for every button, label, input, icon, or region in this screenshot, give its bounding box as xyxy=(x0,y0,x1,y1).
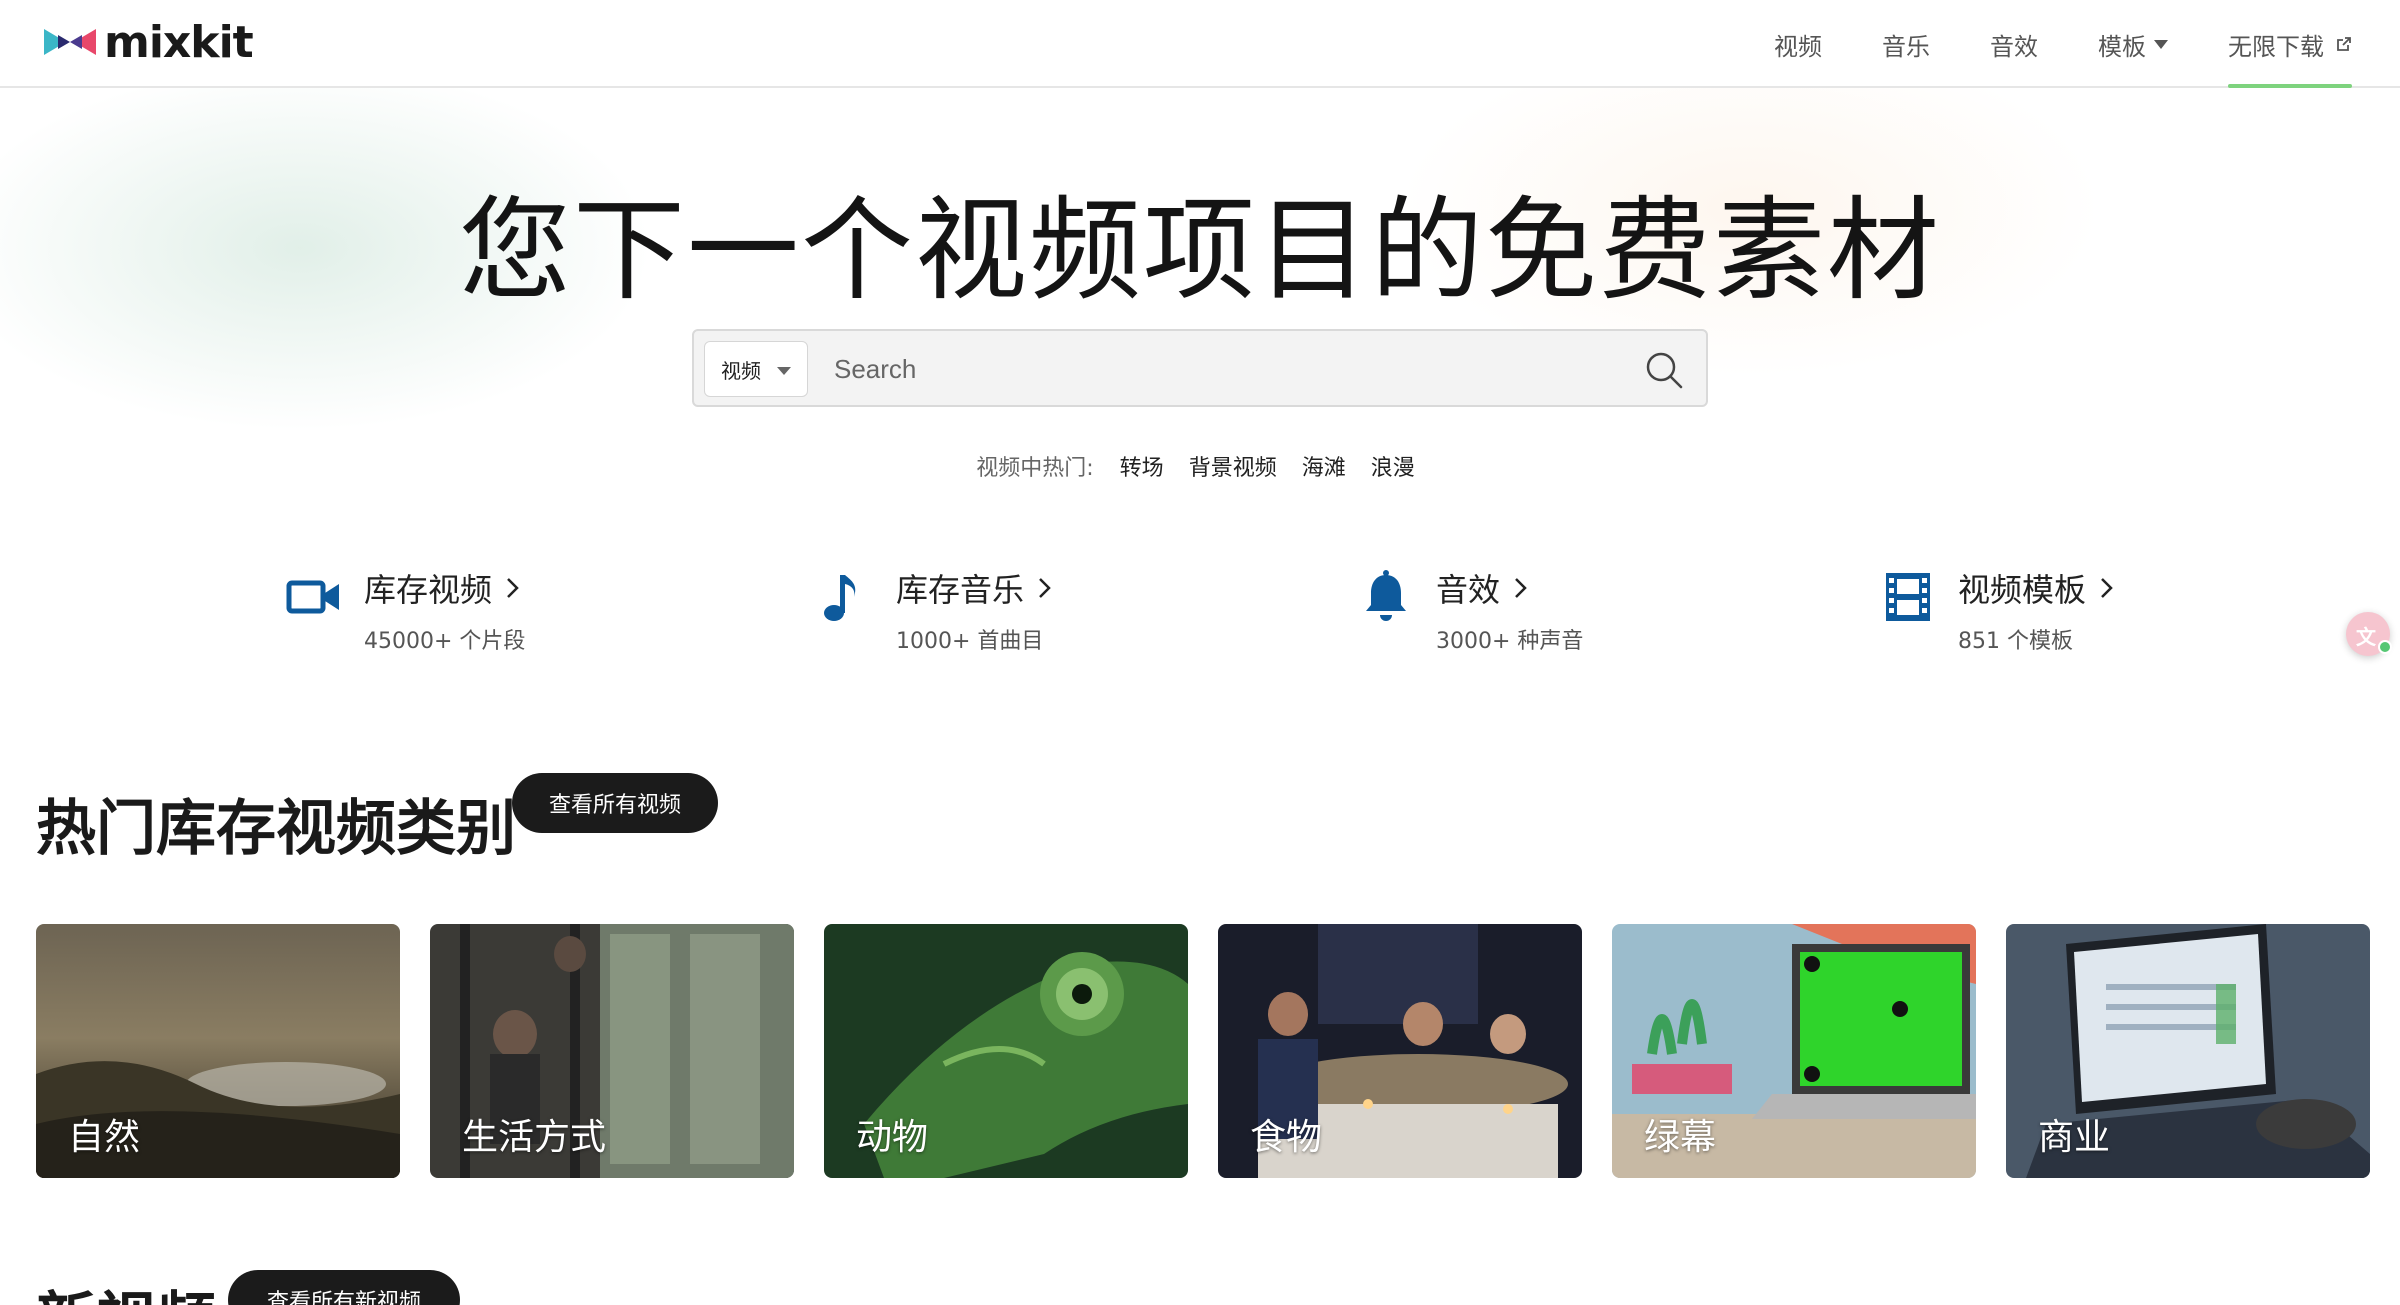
category-tile-green-screen[interactable]: 绿幕 xyxy=(1612,924,1976,1178)
category-sound-effects[interactable]: 音效 3000+ 种声音 xyxy=(1358,565,1583,655)
mixkit-logo[interactable]: mixkit xyxy=(44,16,254,68)
category-count: 45000+ 个片段 xyxy=(364,629,526,654)
tile-label: 生活方式 xyxy=(462,1117,607,1158)
trending-tag[interactable]: 海滩 xyxy=(1302,456,1346,481)
trending-tag[interactable]: 浪漫 xyxy=(1371,456,1415,481)
category-count: 3000+ 种声音 xyxy=(1436,629,1584,654)
new-videos-title: 新视频 xyxy=(36,1272,216,1305)
category-count: 851 个模板 xyxy=(1958,629,2073,654)
nav-item-videos[interactable]: 视频 xyxy=(1774,0,1822,88)
category-video-templates[interactable]: 视频模板 851 个模板 xyxy=(1880,565,2114,655)
nav-label: 无限下载 xyxy=(2228,32,2324,61)
view-all-videos-button[interactable]: 查看所有视频 xyxy=(512,773,718,833)
trending-tag[interactable]: 转场 xyxy=(1120,456,1164,481)
nav-item-templates[interactable]: 模板 xyxy=(2098,0,2168,88)
category-title: 视频模板 xyxy=(1958,571,2087,609)
translate-extension-button[interactable]: 文 xyxy=(2346,612,2392,656)
chevron-right-icon xyxy=(2101,578,2113,598)
trending-searches: 视频中热门: 转场 背景视频 海滩 浪漫 xyxy=(0,450,2400,482)
chevron-down-icon xyxy=(2154,39,2168,49)
status-dot xyxy=(2378,640,2392,654)
search-bar: 视频 xyxy=(692,329,1708,407)
hero-title: 您下一个视频项目的免费素材 xyxy=(459,186,1941,316)
bell-icon xyxy=(1366,570,1406,621)
tile-label: 绿幕 xyxy=(1644,1117,1717,1158)
tile-label: 食物 xyxy=(1250,1117,1323,1158)
tile-label: 自然 xyxy=(68,1117,141,1158)
nav-label: 模板 xyxy=(2098,32,2146,61)
chevron-right-icon xyxy=(507,578,519,598)
category-tile-animals[interactable]: 动物 xyxy=(824,924,1188,1178)
category-title: 库存视频 xyxy=(364,571,493,609)
category-title: 库存音乐 xyxy=(896,571,1025,609)
nav-item-unlimited-downloads[interactable]: 无限下载 xyxy=(2228,0,2352,88)
view-all-new-videos-button[interactable]: 查看所有新视频 xyxy=(228,1270,460,1305)
logo-text: mixkit xyxy=(104,16,254,68)
logo-mark-icon xyxy=(44,29,96,55)
trending-label: 视频中热门: xyxy=(976,456,1094,481)
category-count: 1000+ 首曲目 xyxy=(896,629,1044,654)
music-note-icon xyxy=(824,575,856,621)
chevron-right-icon xyxy=(1515,578,1527,598)
category-tile-lifestyle[interactable]: 生活方式 xyxy=(430,924,794,1178)
nav-label: 音乐 xyxy=(1882,32,1930,61)
film-strip-icon xyxy=(1886,573,1930,621)
nav-item-sound-effects[interactable]: 音效 xyxy=(1990,0,2038,88)
tile-label: 动物 xyxy=(856,1117,929,1158)
category-stock-video[interactable]: 库存视频 45000+ 个片段 xyxy=(286,565,525,655)
search-icon[interactable] xyxy=(1644,350,1684,390)
category-stock-music[interactable]: 库存音乐 1000+ 首曲目 xyxy=(818,565,1052,655)
nav-label: 音效 xyxy=(1990,32,2038,61)
category-tile-business[interactable]: 商业 xyxy=(2006,924,2370,1178)
nav-item-music[interactable]: 音乐 xyxy=(1882,0,1930,88)
category-tile-nature[interactable]: 自然 xyxy=(36,924,400,1178)
chevron-right-icon xyxy=(1039,578,1051,598)
site-header: mixkit 视频 音乐 音效 模板 无限下载 xyxy=(0,0,2400,88)
category-tile-food[interactable]: 食物 xyxy=(1218,924,1582,1178)
tile-label: 商业 xyxy=(2038,1117,2111,1158)
popular-categories-title: 热门库存视频类别 xyxy=(36,794,516,864)
search-type-value: 视频 xyxy=(721,358,761,383)
category-title: 音效 xyxy=(1436,571,1501,609)
nav-label: 视频 xyxy=(1774,32,1822,61)
search-type-select[interactable]: 视频 xyxy=(704,341,808,397)
translate-icon: 文 xyxy=(2356,625,2376,649)
external-link-icon xyxy=(2337,37,2351,51)
trending-tag[interactable]: 背景视频 xyxy=(1189,456,1277,481)
main-nav: 视频 音乐 音效 模板 无限下载 xyxy=(1714,0,2352,88)
video-camera-icon xyxy=(286,580,339,614)
search-input[interactable] xyxy=(834,343,1594,395)
chevron-down-icon xyxy=(777,367,791,375)
